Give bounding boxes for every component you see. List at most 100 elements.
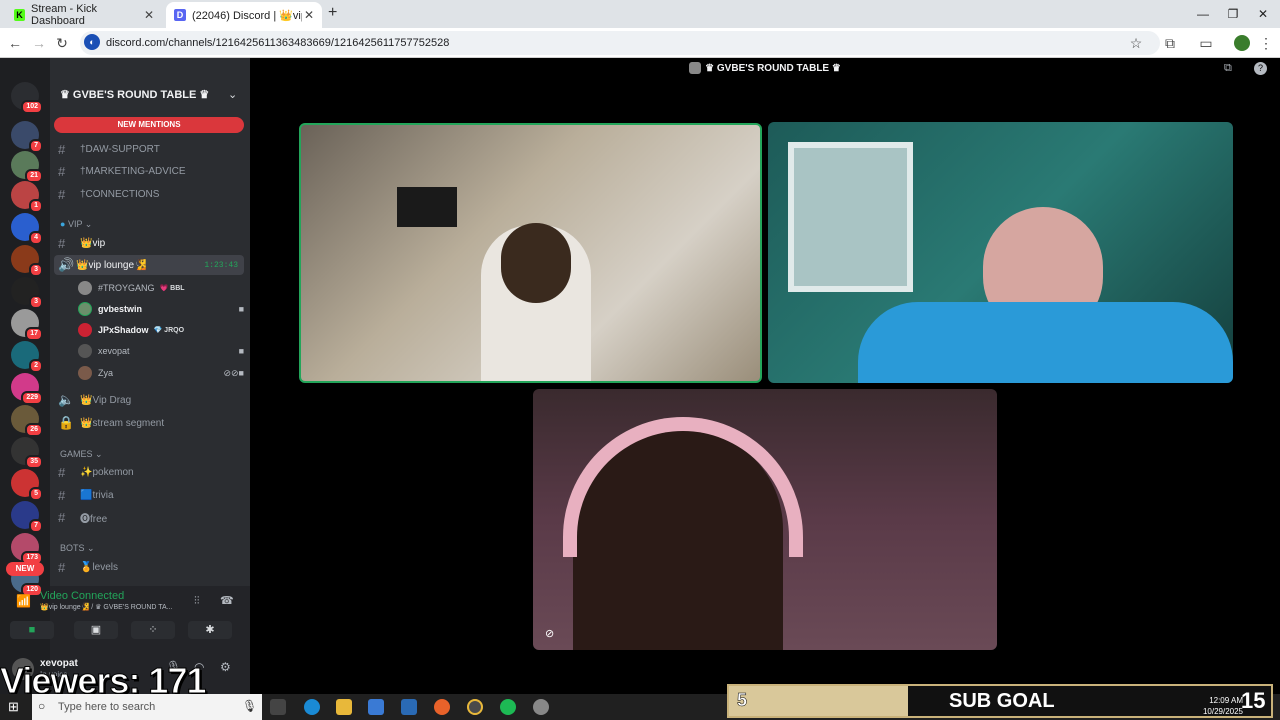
category-games[interactable]: GAMES ⌄ (60, 449, 103, 460)
video-tile[interactable] (768, 122, 1233, 383)
server-icon[interactable]: 26 (11, 405, 43, 437)
server-icon[interactable]: 173 (11, 533, 43, 565)
screen-share-button[interactable]: ▣ (74, 621, 118, 639)
new-mentions-pill[interactable]: NEW MENTIONS (54, 117, 244, 133)
video-tile[interactable]: ⊘ (533, 389, 997, 650)
new-tab-button[interactable]: + (328, 4, 337, 22)
call-title: ♛ GVBE'S ROUND TABLE ♛ (705, 63, 841, 74)
server-icon[interactable]: 17 (11, 309, 43, 341)
server-icon[interactable]: 7 (11, 121, 43, 153)
chrome-icon[interactable] (467, 699, 483, 715)
channel-trivia[interactable]: # 🟦trivia (58, 485, 244, 505)
disconnect-icon[interactable]: ☎ (220, 594, 234, 607)
noise-suppression-icon[interactable]: ⫶⫶ (194, 595, 200, 608)
tab-kick-dashboard[interactable]: K Stream - Kick Dashboard ✕ (6, 2, 162, 28)
maximize-button[interactable]: ❐ (1218, 4, 1248, 24)
activities-button[interactable]: ⁘ (131, 621, 175, 639)
channel-label: 👑vip (80, 237, 106, 249)
call-timer: 1:23:43 (204, 260, 238, 270)
channel-marketing-advice[interactable]: # †MARKETING-ADVICE (58, 161, 244, 181)
soundboard-button[interactable]: ✱ (188, 621, 232, 639)
channel-vip[interactable]: # 👑vip (58, 233, 244, 253)
mail-icon[interactable] (401, 699, 417, 715)
back-icon[interactable]: ← (5, 33, 25, 53)
server-icon[interactable]: 7 (11, 501, 43, 533)
tab-discord[interactable]: D (22046) Discord | 👑vip lo ✕ (166, 2, 322, 28)
video-tile-speaking[interactable] (299, 123, 762, 383)
taskbar-search[interactable]: Type here to search (32, 694, 262, 720)
extensions-icon[interactable]: ⧉ (1160, 33, 1180, 53)
participant-shirt (858, 302, 1233, 383)
taskbar-clock[interactable]: 12:09 AM 10/29/2025 (1195, 695, 1243, 717)
category-bots[interactable]: BOTS ⌄ (60, 543, 95, 554)
server-icon[interactable]: 3 (11, 245, 43, 277)
new-unreads-pill[interactable]: NEW (6, 562, 44, 576)
category-label: GAMES (60, 449, 93, 459)
channel-stream-segment[interactable]: 🔒 👑stream segment (58, 413, 244, 433)
channel-vip-drag[interactable]: 🔈 👑Vip Drag (58, 390, 244, 410)
server-icon[interactable]: 3 (11, 277, 43, 309)
voice-user[interactable]: xevopat ■ (78, 341, 244, 361)
close-window-button[interactable]: ✕ (1248, 4, 1278, 24)
server-icon[interactable]: 1 (11, 181, 43, 213)
server-icon[interactable]: 229 (11, 373, 43, 405)
browser-tab-bar: K Stream - Kick Dashboard ✕ D (22046) Di… (0, 0, 1280, 28)
spotify-icon[interactable] (500, 699, 516, 715)
channel-pokemon[interactable]: # ✨pokemon (58, 462, 244, 482)
reload-icon[interactable]: ↻ (52, 33, 72, 53)
hash-icon: # (58, 487, 66, 503)
cast-icon[interactable]: ▭ (1196, 33, 1216, 53)
notification-badge: 229 (21, 391, 43, 405)
chevron-down-icon[interactable]: ⌄ (228, 88, 237, 101)
voice-location[interactable]: 👑vip lounge🧏 / ♛ GVBE'S ROUND TA... (40, 603, 173, 611)
channel-label: †CONNECTIONS (80, 188, 160, 200)
site-info-icon[interactable]: ◐ (84, 34, 100, 50)
hash-icon: # (58, 464, 66, 480)
notification-badge: 2 (29, 359, 43, 373)
notification-badge: 4 (29, 231, 43, 245)
voice-channel-vip-lounge[interactable]: 🔊 👑vip lounge🧏 1:23:43 (54, 255, 244, 275)
server-icon[interactable]: 2 (11, 341, 43, 373)
hash-icon: # (58, 509, 66, 525)
channel-daw-support[interactable]: # †DAW-SUPPORT (58, 139, 244, 159)
voice-user[interactable]: gvbestwin ■ (78, 299, 244, 319)
microphone-icon[interactable]: 🎙 (242, 699, 257, 713)
signal-icon[interactable]: 📶 (16, 594, 31, 608)
channel-connections[interactable]: # †CONNECTIONS (58, 184, 244, 204)
dm-home-button[interactable]: 102 (11, 82, 43, 114)
edge-icon[interactable] (304, 699, 320, 715)
camera-button[interactable]: ■ (10, 621, 54, 639)
help-icon[interactable]: ? (1254, 62, 1267, 75)
headphones-icon (563, 417, 803, 557)
gear-icon[interactable]: ⚙ (220, 660, 231, 674)
url-field[interactable]: discord.com/channels/1216425611363483669… (80, 31, 1160, 55)
server-icon[interactable]: 35 (11, 437, 43, 469)
store-icon[interactable] (368, 699, 384, 715)
obs-icon[interactable] (533, 699, 549, 715)
close-tab-icon[interactable]: ✕ (144, 8, 154, 22)
menu-kebab-icon[interactable]: ⋮ (1256, 33, 1276, 53)
profile-avatar[interactable] (1234, 35, 1250, 51)
minimize-button[interactable]: — (1188, 4, 1218, 24)
task-view-icon[interactable] (270, 699, 286, 715)
hash-icon: # (58, 559, 66, 575)
channel-label: 🏅levels (80, 561, 119, 573)
file-explorer-icon[interactable] (336, 699, 352, 715)
voice-user[interactable]: #TROYGANG 💗 BBL (78, 278, 244, 298)
bookmark-star-icon[interactable]: ☆ (1126, 33, 1146, 53)
server-icon[interactable]: 4 (11, 213, 43, 245)
category-vip[interactable]: ● VIP ⌄ (60, 219, 92, 230)
server-icon[interactable]: 5 (11, 469, 43, 501)
voice-user[interactable]: Zya ⊘⊘■ (78, 363, 244, 383)
popout-icon[interactable]: ⧉ (1224, 62, 1232, 75)
windows-start-icon[interactable]: ⊞ (8, 699, 24, 715)
server-icon[interactable]: 21 (11, 151, 43, 183)
channel-free[interactable]: # 🅞free (58, 507, 244, 527)
voice-user[interactable]: JPxShadow 💎 JRQO (78, 320, 244, 340)
channel-levels[interactable]: # 🏅levels (58, 557, 244, 577)
firefox-icon[interactable] (434, 699, 450, 715)
server-name-header[interactable]: ♛ GVBE'S ROUND TABLE ♛ (60, 88, 209, 101)
sub-goal-target: 15 (1241, 688, 1266, 713)
close-tab-icon[interactable]: ✕ (304, 8, 314, 22)
forward-icon[interactable]: → (29, 33, 49, 53)
